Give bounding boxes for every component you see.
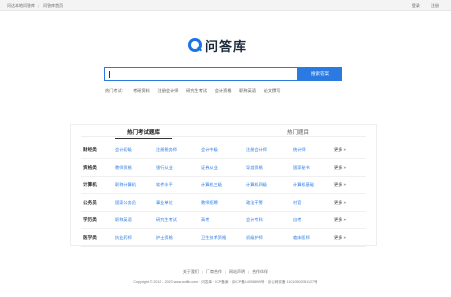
- hot-link[interactable]: 注册会计师: [158, 88, 179, 94]
- exam-link[interactable]: 计算机基础: [293, 182, 314, 188]
- category-label: 学历类: [83, 217, 97, 222]
- hot-link[interactable]: 职称英语: [239, 88, 256, 94]
- separator: |: [248, 269, 250, 274]
- exam-link[interactable]: 计算机三级: [201, 182, 222, 188]
- category-label: 医学类: [83, 234, 97, 240]
- exam-link[interactable]: 国家秘书: [293, 165, 310, 171]
- exam-link[interactable]: 研究生考试: [156, 217, 177, 223]
- exam-link[interactable]: 教师资格: [115, 165, 132, 171]
- exam-link[interactable]: 会计中级: [201, 147, 218, 153]
- separator: |: [224, 269, 227, 274]
- exam-link[interactable]: 自考: [293, 217, 301, 223]
- exam-link[interactable]: 软件水平: [156, 182, 173, 188]
- tab-divider: [81, 136, 366, 137]
- footer-link-statement[interactable]: 网站声明: [229, 269, 245, 274]
- footer-links: 关于我们 | 厂商合作 | 网站声明 | 合作伙伴: [0, 269, 451, 275]
- login-link[interactable]: 登录: [412, 3, 420, 8]
- tab-hot-exam-banks[interactable]: 热门考试题库: [114, 128, 173, 139]
- exam-link[interactable]: 事业单位: [156, 200, 173, 206]
- more-link[interactable]: 更多 »: [334, 200, 346, 206]
- separator: |: [201, 269, 203, 274]
- exam-link[interactable]: 教师招聘: [201, 200, 218, 206]
- top-bar: 问达本地问答库 | 问答库首页 登录 注册: [0, 0, 451, 11]
- search-bar: 搜索答案: [104, 67, 342, 81]
- exam-link[interactable]: 会计专科: [246, 217, 263, 223]
- exam-link[interactable]: 职称计算机: [115, 182, 136, 188]
- exam-link[interactable]: 注册税务师: [156, 147, 177, 153]
- exam-link[interactable]: 卫生技术资格: [201, 235, 226, 241]
- exam-link[interactable]: 职称英语: [115, 217, 132, 223]
- category-label: 资格类: [83, 164, 97, 170]
- category-row: 计算机 职称计算机 软件水平 计算机三级 计算机四级 计算机基础 更多 »: [71, 176, 376, 194]
- more-link[interactable]: 更多 »: [334, 147, 346, 153]
- footer-link-partners[interactable]: 合作伙伴: [252, 269, 268, 274]
- footer-link-partnership[interactable]: 厂商合作: [206, 269, 222, 274]
- hot-search-links: 热门考试: 考研资料 注册会计师 研究生考试 会计资格 职称英语 论文撰写: [105, 88, 287, 94]
- more-link[interactable]: 更多 »: [334, 182, 346, 188]
- search-input[interactable]: [104, 67, 298, 81]
- hot-search-label: 热门考试:: [105, 88, 123, 93]
- text-caret: [109, 71, 110, 78]
- exam-link[interactable]: 会计初级: [115, 147, 132, 153]
- hot-link[interactable]: 会计资格: [215, 88, 232, 94]
- register-link[interactable]: 注册: [431, 3, 439, 8]
- footer-link-about[interactable]: 关于我们: [183, 269, 199, 274]
- hot-link[interactable]: 论文撰写: [264, 88, 281, 94]
- exam-link[interactable]: 注册会计师: [246, 147, 267, 153]
- row-divider: [81, 245, 366, 247]
- category-label: 公务员: [83, 199, 97, 205]
- category-label: 财经类: [83, 147, 97, 152]
- tab-hot-questions[interactable]: 热门题目: [287, 128, 309, 136]
- q-logo-icon: [188, 38, 202, 52]
- copyright-text: Copyright © 2012 - 2023 www.wdlib.com · …: [133, 280, 318, 284]
- category-row: 财经类 会计初级 注册税务师 会计中级 注册会计师 统计师 更多 »: [71, 141, 376, 159]
- category-row: 学历类 职称英语 研究生考试 高考 会计专科 自考 更多 »: [71, 211, 376, 229]
- exam-link[interactable]: 国家公务员: [115, 200, 136, 206]
- category-row: 公务员 国家公务员 事业单位 教师招聘 政法干警 村官 更多 »: [71, 194, 376, 212]
- exam-link[interactable]: 高考: [201, 217, 209, 223]
- hot-link[interactable]: 考研资料: [133, 88, 150, 94]
- logo-text: 问答库: [205, 38, 248, 54]
- exam-link[interactable]: 护士资格: [156, 235, 173, 241]
- site-logo[interactable]: 问答库: [188, 36, 247, 54]
- category-row: 医学类 执业药师 护士资格 卫生技术资格 初级护师 临床医师 更多 »: [71, 229, 376, 247]
- more-link[interactable]: 更多 »: [334, 165, 346, 171]
- category-label: 计算机: [83, 182, 97, 187]
- exam-link[interactable]: 初级护师: [246, 235, 263, 241]
- exam-link[interactable]: 银行从业: [156, 165, 173, 171]
- top-bar-right-links: 登录 注册: [402, 3, 439, 9]
- top-link-local-qa[interactable]: 问达本地问答库: [7, 3, 35, 8]
- exam-link[interactable]: 执业药师: [115, 235, 132, 241]
- exam-link[interactable]: 计算机四级: [246, 182, 267, 188]
- exam-link[interactable]: 临床医师: [293, 235, 310, 241]
- exam-link[interactable]: 导游资格: [246, 165, 263, 171]
- exam-link[interactable]: 政法干警: [246, 200, 263, 206]
- exam-link[interactable]: 证券从业: [201, 165, 218, 171]
- category-row: 资格类 教师资格 银行从业 证券从业 导游资格 国家秘书 更多 »: [71, 159, 376, 177]
- more-link[interactable]: 更多 »: [334, 217, 346, 223]
- exam-link[interactable]: 村官: [293, 200, 301, 206]
- top-link-home[interactable]: 问答库首页: [43, 3, 63, 8]
- exam-link[interactable]: 统计师: [293, 147, 306, 153]
- separator: |: [38, 3, 40, 8]
- exam-panel: 热门考试题库 热门题目 财经类 会计初级 注册税务师 会计中级 注册会计师 统计师 更多 »…: [70, 124, 377, 247]
- more-link[interactable]: 更多 »: [334, 235, 346, 241]
- top-bar-left-links: 问达本地问答库 | 问答库首页: [7, 3, 66, 9]
- hot-link[interactable]: 研究生考试: [186, 88, 207, 94]
- search-button[interactable]: 搜索答案: [298, 67, 342, 81]
- panel-tabs: 热门考试题库 热门题目: [71, 125, 376, 139]
